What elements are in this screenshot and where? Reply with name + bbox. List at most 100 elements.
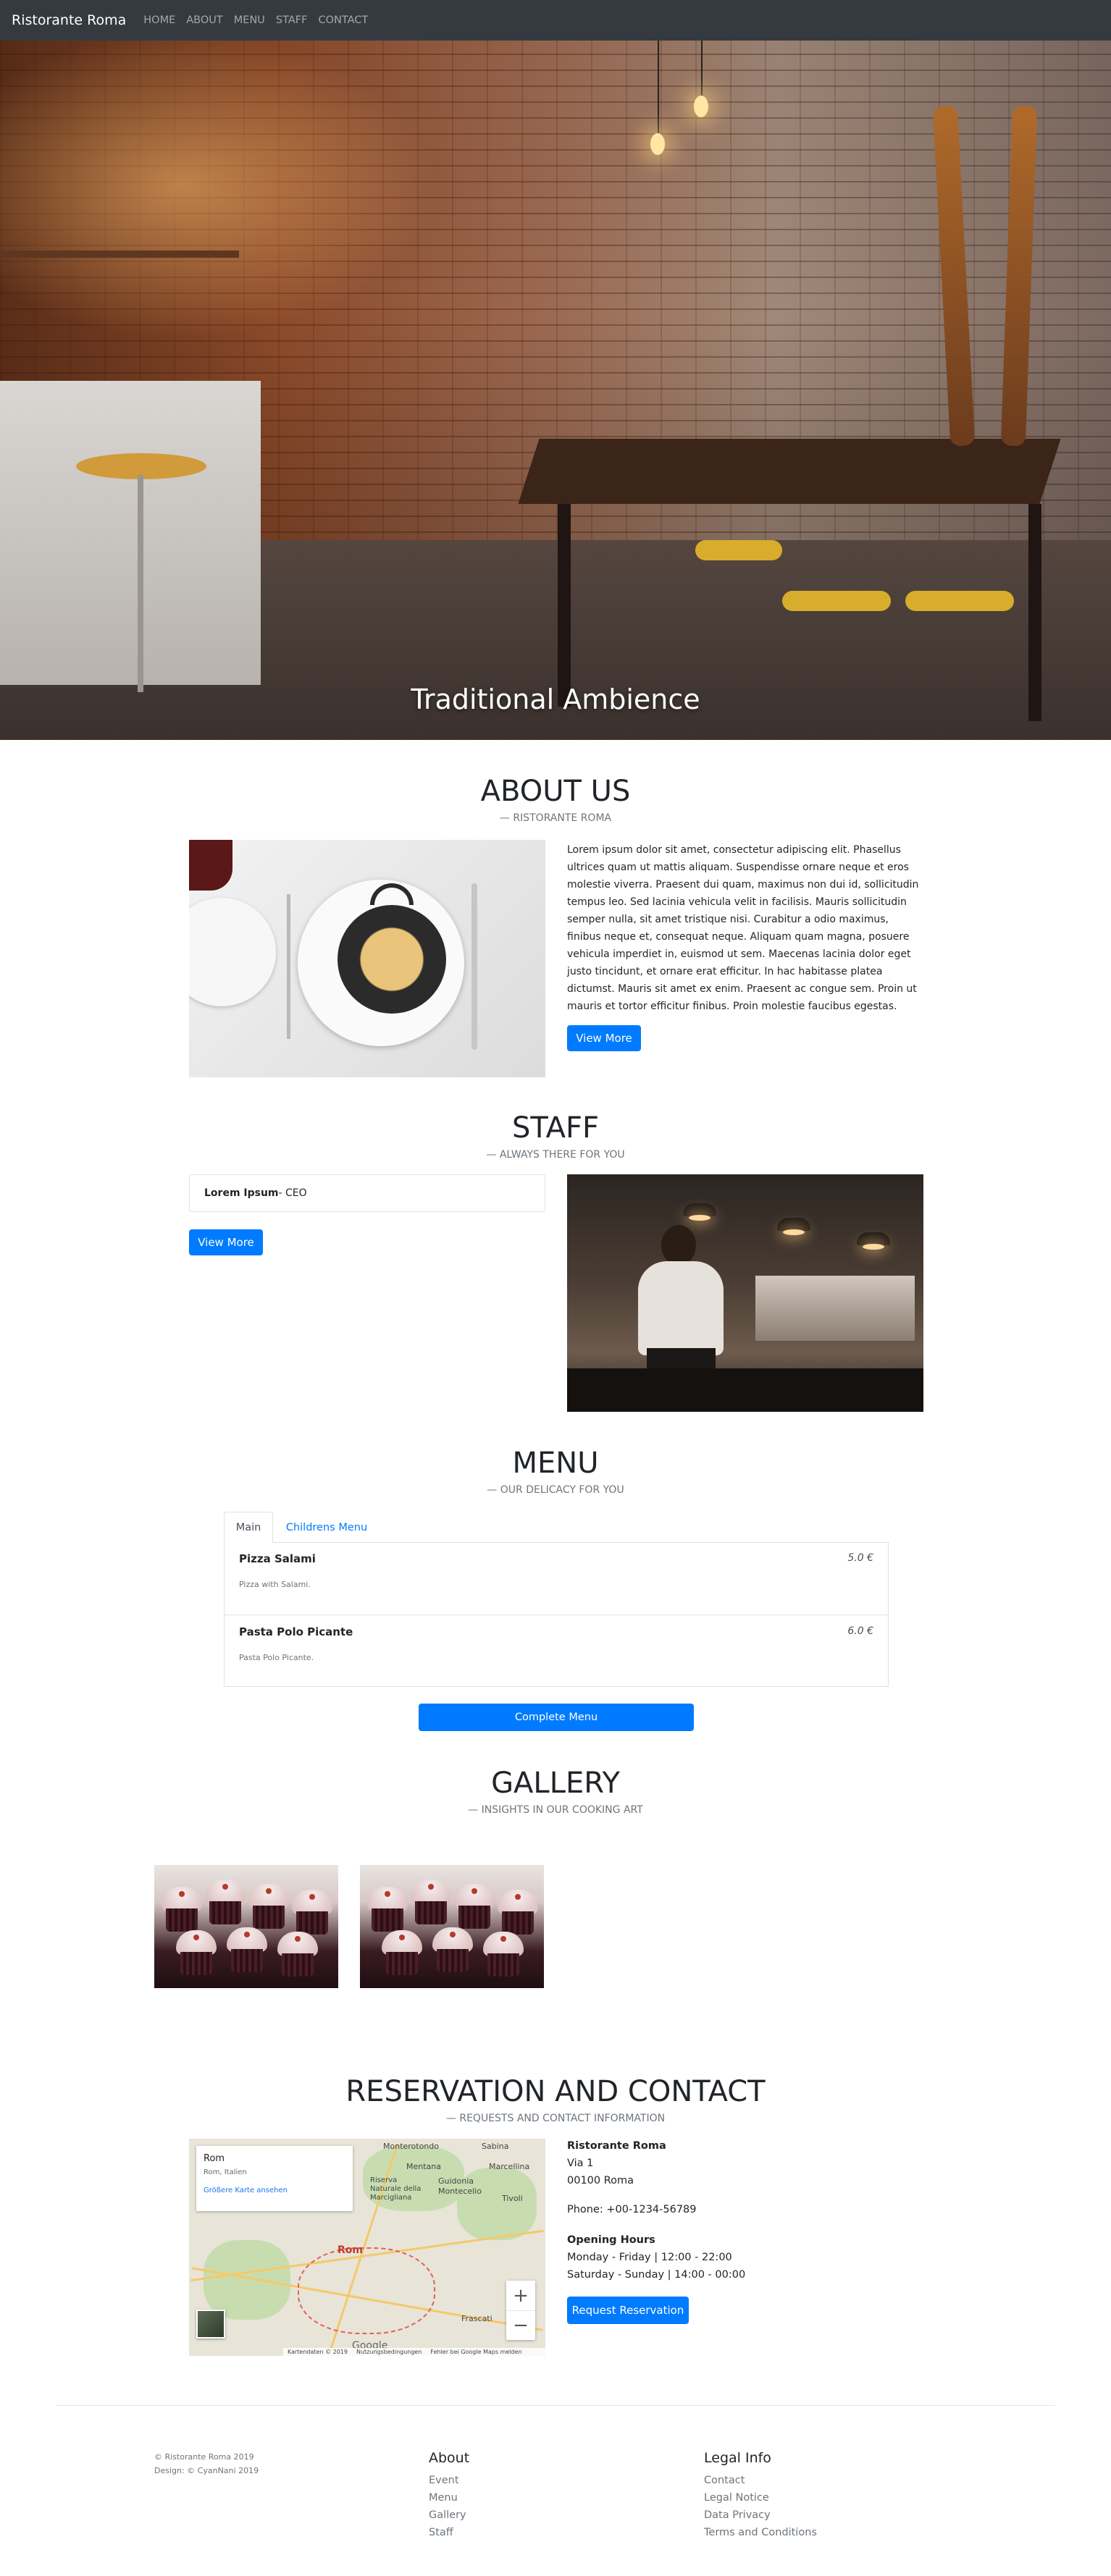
menu-item-price: 6.0 € <box>847 1625 873 1637</box>
pepper-mill <box>189 840 232 891</box>
staff-member-name: Lorem Ipsum <box>204 1187 279 1199</box>
map-city-boundary <box>298 2247 435 2334</box>
contact-name: Ristorante Roma <box>567 2140 666 2152</box>
nav-link-home[interactable]: HOME <box>143 14 175 26</box>
opening-hours-title: Opening Hours <box>567 2234 655 2246</box>
footer-link-data-privacy[interactable]: Data Privacy <box>704 2509 771 2521</box>
hero-lamp-wire <box>658 41 659 135</box>
staff-member-card[interactable]: Lorem Ipsum - CEO <box>189 1174 545 1212</box>
menu-item-name: Pasta Polo Picante <box>239 1625 353 1638</box>
about-text: Lorem ipsum dolor sit amet, consectetur … <box>567 844 919 1012</box>
staff-image <box>567 1174 923 1412</box>
staff-member-role: - CEO <box>278 1187 307 1199</box>
tab-childrens-menu[interactable]: Childrens Menu <box>276 1512 377 1543</box>
map-place-label: Frascati <box>461 2314 492 2323</box>
map-larger-link[interactable]: Größere Karte ansehen <box>204 2186 345 2194</box>
gallery-image[interactable] <box>154 1865 338 1988</box>
tab-main[interactable]: Main <box>224 1512 273 1543</box>
footer-about-title: About <box>429 2450 470 2466</box>
footer-link-terms[interactable]: Terms and Conditions <box>704 2527 817 2538</box>
google-map[interactable]: Rom Monterotondo Sabina Mentana Marcelli… <box>189 2139 545 2356</box>
kitchen-counter <box>567 1368 923 1412</box>
cupcake <box>411 1880 451 1924</box>
kitchen-light <box>689 1215 710 1221</box>
map-report-link[interactable]: Fehler bei Google Maps melden <box>430 2349 521 2355</box>
footer-link-staff[interactable]: Staff <box>429 2527 453 2538</box>
hero-table <box>518 439 1061 504</box>
request-reservation-button[interactable]: Request Reservation <box>567 2297 689 2324</box>
footer-divider <box>56 2405 1055 2406</box>
hero-caption: Traditional Ambience <box>411 683 700 715</box>
about-view-more-button[interactable]: View More <box>567 1025 641 1051</box>
hero-shelf <box>0 251 239 258</box>
kitchen-light <box>863 1244 884 1250</box>
hero-chair <box>695 540 782 560</box>
map-info-card: Rom Rom, Italien Größere Karte ansehen <box>196 2146 353 2211</box>
kitchen-shelf <box>755 1276 915 1341</box>
cupcake <box>483 1932 524 1977</box>
cupcake <box>382 1930 422 1975</box>
cupcake <box>162 1887 202 1932</box>
complete-menu-button[interactable]: Complete Menu <box>419 1704 694 1731</box>
gallery-subtitle: — INSIGHTS IN OUR COOKING ART <box>468 1804 643 1816</box>
nav-link-staff[interactable]: STAFF <box>276 14 308 26</box>
hero-lamp-wire <box>701 41 703 98</box>
cupcake <box>454 1884 495 1929</box>
gallery-image[interactable] <box>360 1865 544 1988</box>
nav-link-contact[interactable]: CONTACT <box>318 14 368 26</box>
footer-link-contact[interactable]: Contact <box>704 2475 745 2486</box>
navbar: Ristorante Roma HOME ABOUT MENU STAFF CO… <box>0 0 1111 41</box>
map-terms-link[interactable]: Nutzungsbedingungen <box>356 2349 422 2355</box>
hero-chair <box>782 591 891 611</box>
map-place-label: Sabina <box>482 2142 509 2151</box>
opening-hours-weekend: Saturday - Sunday | 14:00 - 00:00 <box>567 2269 746 2281</box>
hero-counter <box>0 381 261 685</box>
fork <box>287 894 290 1039</box>
menu-item-description: Pizza with Salami. <box>239 1580 311 1589</box>
footer-link-gallery[interactable]: Gallery <box>429 2509 466 2521</box>
cupcake <box>277 1932 318 1977</box>
menu-item-description: Pasta Polo Picante. <box>239 1653 314 1662</box>
zoom-out-button[interactable]: − <box>506 2310 535 2340</box>
map-data-credit: Kartendaten © 2019 <box>288 2349 348 2355</box>
nav-link-menu[interactable]: MENU <box>234 14 265 26</box>
cupcake <box>367 1887 408 1932</box>
menu-item-price: 5.0 € <box>847 1552 873 1564</box>
cupcake <box>248 1884 289 1929</box>
map-park <box>204 2240 290 2320</box>
map-place-label: Monterotondo <box>383 2142 440 2151</box>
map-place-label: Marcellina <box>489 2162 530 2171</box>
contact-city: 00100 Roma <box>567 2175 634 2186</box>
staff-view-more-button[interactable]: View More <box>189 1229 263 1255</box>
footer-link-legal-notice[interactable]: Legal Notice <box>704 2492 769 2504</box>
footer-link-event[interactable]: Event <box>429 2475 459 2486</box>
opening-hours-weekday: Monday - Friday | 12:00 - 22:00 <box>567 2252 732 2263</box>
staff-title: STAFF <box>511 1111 600 1145</box>
design-credit: Design: © CyanNani 2019 <box>154 2466 259 2475</box>
menu-list: Pizza Salami 5.0 € Pizza with Salami. Pa… <box>224 1542 889 1687</box>
about-image <box>189 840 545 1077</box>
cupcake <box>205 1880 246 1924</box>
cupcake <box>176 1930 217 1975</box>
hero-carousel: Traditional Ambience <box>0 41 1111 740</box>
copyright: © Ristorante Roma 2019 <box>154 2452 254 2462</box>
brand-logo[interactable]: Ristorante Roma <box>12 12 126 28</box>
satellite-toggle[interactable] <box>196 2310 225 2339</box>
map-footer: Kartendaten © 2019 Nutzungsbedingungen F… <box>283 2348 545 2356</box>
map-card-subtitle: Rom, Italien <box>204 2168 247 2176</box>
chef-jacket <box>638 1261 724 1355</box>
menu-subtitle: — OUR DELICACY FOR YOU <box>487 1484 624 1496</box>
nav-link-about[interactable]: ABOUT <box>186 14 223 26</box>
menu-tabs: Main Childrens Menu <box>224 1512 889 1543</box>
contact-title: RESERVATION AND CONTACT <box>345 2075 766 2108</box>
map-card-title: Rom <box>204 2153 225 2164</box>
contact-subtitle: — REQUESTS AND CONTACT INFORMATION <box>445 2113 666 2124</box>
kitchen-light <box>783 1229 805 1235</box>
hero-table-leg <box>558 504 571 707</box>
cupcake <box>498 1890 538 1935</box>
footer-link-menu[interactable]: Menu <box>429 2492 458 2504</box>
pasta-pot <box>338 905 446 1014</box>
zoom-in-button[interactable]: + <box>506 2281 535 2310</box>
contact-phone: Phone: +00-1234-56789 <box>567 2204 697 2215</box>
menu-item: Pizza Salami 5.0 € Pizza with Salami. <box>225 1542 888 1615</box>
